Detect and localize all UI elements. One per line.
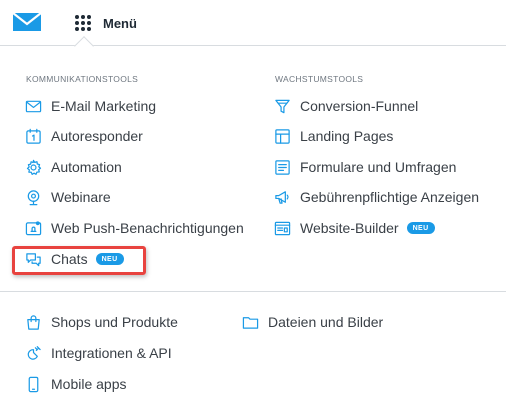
- menu-item-email-marketing[interactable]: E-Mail Marketing: [24, 96, 156, 116]
- menu-item-mobile-apps[interactable]: Mobile apps: [24, 374, 127, 394]
- menu-item-label: Automation: [51, 159, 122, 175]
- menu-item-label: Formulare und Umfragen: [300, 159, 457, 175]
- form-icon: [273, 158, 291, 176]
- gear-icon: [24, 158, 42, 176]
- section-title-kommunikation: KOMMUNIKATIONSTOOLS: [26, 74, 139, 84]
- menu-item-web-push[interactable]: Web Push-Benachrichtigungen: [24, 218, 244, 238]
- envelope-icon: [24, 97, 42, 115]
- menu-item-label: Dateien und Bilder: [268, 314, 384, 330]
- menu-item-label: Webinare: [51, 189, 111, 205]
- webinar-icon: [24, 188, 42, 206]
- menu-label: Menü: [103, 15, 137, 31]
- menu-item-label: Website-Builder: [300, 220, 399, 236]
- calendar-icon: [24, 127, 42, 145]
- menu-item-dateien[interactable]: Dateien und Bilder: [241, 312, 383, 332]
- menu-item-label: Integrationen & API: [51, 345, 172, 361]
- divider: [0, 291, 506, 292]
- top-bar: Menü: [0, 0, 506, 46]
- menu-item-integrationen[interactable]: Integrationen & API: [24, 343, 172, 363]
- grid-dots-icon: [75, 15, 91, 31]
- shopping-bag-icon: [24, 313, 42, 331]
- menu-item-landing-pages[interactable]: Landing Pages: [273, 126, 393, 146]
- highlight-box: [12, 246, 146, 275]
- funnel-icon: [273, 97, 291, 115]
- section-title-wachstum: WACHSTUMSTOOLS: [275, 74, 364, 84]
- menu-item-label: Autoresponder: [51, 128, 143, 144]
- menu-button[interactable]: Menü: [74, 13, 137, 33]
- folder-icon: [241, 313, 259, 331]
- menu-item-label: Gebührenpflichtige Anzeigen: [300, 189, 480, 205]
- layout-icon: [273, 127, 291, 145]
- menu-item-label: Landing Pages: [300, 128, 394, 144]
- menu-item-anzeigen[interactable]: Gebührenpflichtige Anzeigen: [273, 187, 479, 207]
- menu-item-automation[interactable]: Automation: [24, 157, 122, 177]
- push-notification-icon: [24, 219, 42, 237]
- menu-item-label: Web Push-Benachrichtigungen: [51, 220, 244, 236]
- menu-item-shops[interactable]: Shops und Produkte: [24, 312, 178, 332]
- menu-item-label: E-Mail Marketing: [51, 98, 157, 114]
- menu-item-label: Conversion-Funnel: [300, 98, 419, 114]
- menu-item-autoresponder[interactable]: Autoresponder: [24, 126, 143, 146]
- new-badge: NEU: [406, 222, 435, 234]
- menu-item-label: Mobile apps: [51, 376, 127, 392]
- logo-envelope-icon[interactable]: [12, 11, 42, 33]
- menu-item-label: Shops und Produkte: [51, 314, 178, 330]
- plug-icon: [24, 344, 42, 362]
- menu-item-formulare[interactable]: Formulare und Umfragen: [273, 157, 456, 177]
- menu-item-website-builder[interactable]: Website-Builder NEU: [273, 218, 435, 238]
- menu-item-conversion-funnel[interactable]: Conversion-Funnel: [273, 96, 418, 116]
- smartphone-icon: [24, 375, 42, 393]
- browser-icon: [273, 219, 291, 237]
- megaphone-icon: [273, 188, 291, 206]
- menu-item-webinare[interactable]: Webinare: [24, 187, 111, 207]
